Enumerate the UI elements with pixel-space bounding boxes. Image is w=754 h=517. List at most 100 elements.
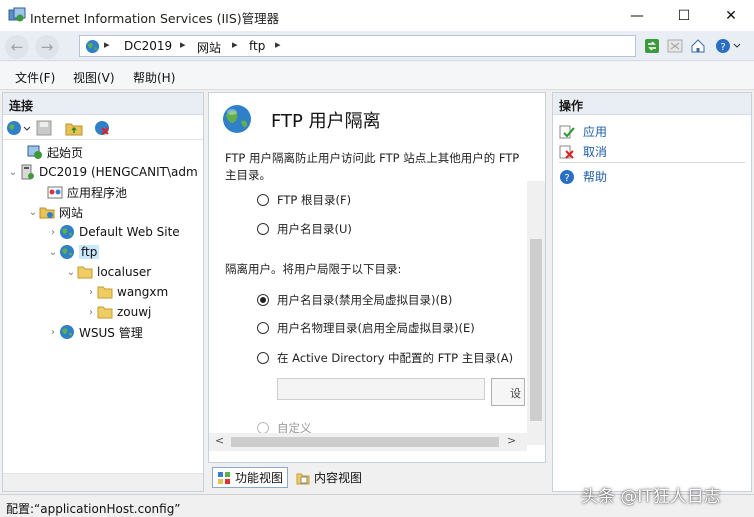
radio-button[interactable] [257, 194, 269, 206]
scroll-thumb[interactable] [231, 437, 499, 447]
scroll-right-arrow[interactable]: > [507, 434, 516, 447]
tree-item-app-pools[interactable]: 应用程序池 [3, 182, 203, 202]
status-text: 配置:“applicationHost.config” [6, 502, 181, 516]
breadcrumb-separator: ▸ [180, 38, 186, 51]
menu-bar: 文件(F) 视图(V) 帮助(H) [0, 62, 754, 90]
radio-ftp-root[interactable]: FTP 根目录(F) [257, 192, 351, 208]
ftp-globe-icon [223, 105, 251, 133]
radio-button[interactable] [257, 294, 269, 306]
radio-label: 在 Active Directory 中配置的 FTP 主目录(A) [277, 351, 514, 365]
tree-label: ftp [79, 245, 100, 259]
ad-set-button[interactable]: 设 [491, 378, 525, 406]
radio-username-dir[interactable]: 用户名目录(U) [257, 221, 352, 237]
cancel-icon [559, 144, 575, 160]
action-label: 应用 [583, 125, 608, 139]
breadcrumb-trailing-separator[interactable]: ▸ [275, 38, 281, 51]
feature-description: FTP 用户隔离防止用户访问此 FTP 站点上其他用户的 FTP 主目录。 [225, 151, 520, 182]
sites-folder-icon [39, 207, 55, 219]
feature-horizontal-scrollbar[interactable]: < > [209, 433, 527, 451]
tab-features-view[interactable]: 功能视图 [212, 467, 289, 488]
globe-icon [60, 325, 74, 339]
tree-label: WSUS 管理 [79, 325, 143, 340]
tree-item-ftp[interactable]: ⌄ ftp [3, 242, 203, 262]
tab-label: 内容视图 [314, 471, 363, 485]
globe-icon [60, 225, 74, 239]
disconnect-icon[interactable] [94, 120, 110, 136]
radio-button[interactable] [257, 322, 269, 334]
features-view-icon [218, 471, 230, 484]
home-icon[interactable] [689, 37, 707, 55]
tree-arrow[interactable]: ⌄ [65, 267, 77, 278]
menu-help[interactable]: 帮助(H) [133, 69, 175, 86]
stop-icon[interactable] [666, 37, 684, 55]
radio-active-directory[interactable]: 在 Active Directory 中配置的 FTP 主目录(A) [257, 350, 513, 366]
tab-content-view[interactable]: 内容视图 [292, 467, 366, 488]
action-cancel[interactable]: 取消 [559, 143, 607, 160]
tree-arrow[interactable]: ⌄ [27, 207, 39, 218]
forward-button[interactable]: → [35, 35, 59, 59]
tree-arrow[interactable]: ⌄ [7, 167, 19, 178]
save-icon[interactable] [36, 120, 52, 136]
back-button[interactable]: ← [5, 35, 29, 59]
content-view-icon [296, 473, 310, 484]
globe-icon [85, 39, 100, 54]
svg-text:?: ? [564, 173, 569, 184]
menu-file[interactable]: 文件(F) [15, 69, 55, 86]
tree-label: localuser [97, 265, 152, 279]
feature-panel: FTP 用户隔离 FTP 用户隔离防止用户访问此 FTP 站点上其他用户的 FT… [208, 92, 546, 463]
tree-arrow[interactable]: ⌄ [47, 247, 59, 258]
tree-item-start-page[interactable]: 起始页 [3, 142, 203, 162]
connections-horizontal-scrollbar[interactable] [3, 473, 203, 491]
tree-item-wangxm[interactable]: › wangxm [3, 282, 203, 302]
radio-button[interactable] [257, 223, 269, 235]
breadcrumb-item-sites[interactable]: 网站 [197, 39, 221, 56]
tree-arrow[interactable]: › [47, 327, 59, 338]
breadcrumb-item-dc2019[interactable]: DC2019 [124, 39, 172, 53]
refresh-icon[interactable] [643, 37, 661, 55]
actions-panel: 操作 应用 取消 ? 帮助 [552, 92, 752, 492]
breadcrumb-item-ftp[interactable]: ftp [249, 39, 265, 53]
up-folder-icon[interactable] [65, 120, 83, 136]
scroll-thumb[interactable] [530, 239, 542, 421]
tree-label: 起始页 [47, 145, 84, 160]
tree-item-zouwj[interactable]: › zouwj [3, 302, 203, 322]
svg-text:?: ? [720, 42, 725, 53]
action-label: 帮助 [583, 170, 608, 184]
tree-item-sites[interactable]: ⌄ 网站 [3, 202, 203, 222]
radio-username-physical-dir[interactable]: 用户名物理目录(启用全局虚拟目录)(E) [257, 320, 475, 336]
menu-view[interactable]: 视图(V) [73, 69, 115, 86]
action-apply[interactable]: 应用 [559, 123, 607, 140]
tree-arrow[interactable]: › [85, 307, 97, 318]
close-button[interactable]: ✕ [708, 0, 754, 31]
tree-arrow[interactable]: › [85, 287, 97, 298]
tree-label: 网站 [59, 205, 84, 220]
connections-header: 连接 [3, 93, 203, 115]
globe-icon [60, 245, 74, 259]
ad-home-directory-input[interactable] [277, 378, 485, 400]
radio-username-dir-no-global[interactable]: 用户名目录(禁用全局虚拟目录)(B) [257, 292, 452, 308]
feature-vertical-scrollbar[interactable] [527, 181, 545, 445]
tree-arrow[interactable]: › [47, 227, 59, 238]
radio-button[interactable] [257, 352, 269, 364]
tree-item-server[interactable]: ⌄ DC2019 (HENGCANIT\adm [3, 162, 203, 182]
breadcrumb-separator: ▸ [232, 38, 238, 51]
tree-item-wsus[interactable]: › WSUS 管理 [3, 322, 203, 342]
address-bar[interactable]: ▸ DC2019 ▸ 网站 ▸ ftp ▸ [79, 35, 636, 57]
minimize-button[interactable]: — [614, 0, 660, 31]
address-row: ← → ▸ DC2019 ▸ 网站 ▸ ftp ▸ ? [0, 31, 754, 61]
help-icon: ? [559, 169, 575, 185]
iis-app-icon [8, 7, 26, 22]
tree-label: Default Web Site [79, 225, 180, 239]
action-help[interactable]: ? 帮助 [559, 168, 607, 185]
tree-item-localuser[interactable]: ⌄ localuser [3, 262, 203, 282]
help-menu-icon[interactable]: ? [714, 37, 744, 55]
scroll-left-arrow[interactable]: < [215, 434, 224, 447]
connections-panel: 连接 起始页 ⌄ DC2019 (HENGCANIT\adm 应用程序池 ⌄ 网… [2, 92, 204, 492]
maximize-button[interactable]: ☐ [661, 0, 707, 31]
tab-label: 功能视图 [235, 471, 284, 485]
action-label: 取消 [583, 145, 608, 159]
tree-label: DC2019 (HENGCANIT\adm [39, 165, 198, 179]
tree-item-default-web-site[interactable]: › Default Web Site [3, 222, 203, 242]
connect-globe-icon[interactable] [6, 120, 32, 136]
isolate-users-label: 隔离用户。将用户局限于以下目录: [225, 262, 402, 276]
